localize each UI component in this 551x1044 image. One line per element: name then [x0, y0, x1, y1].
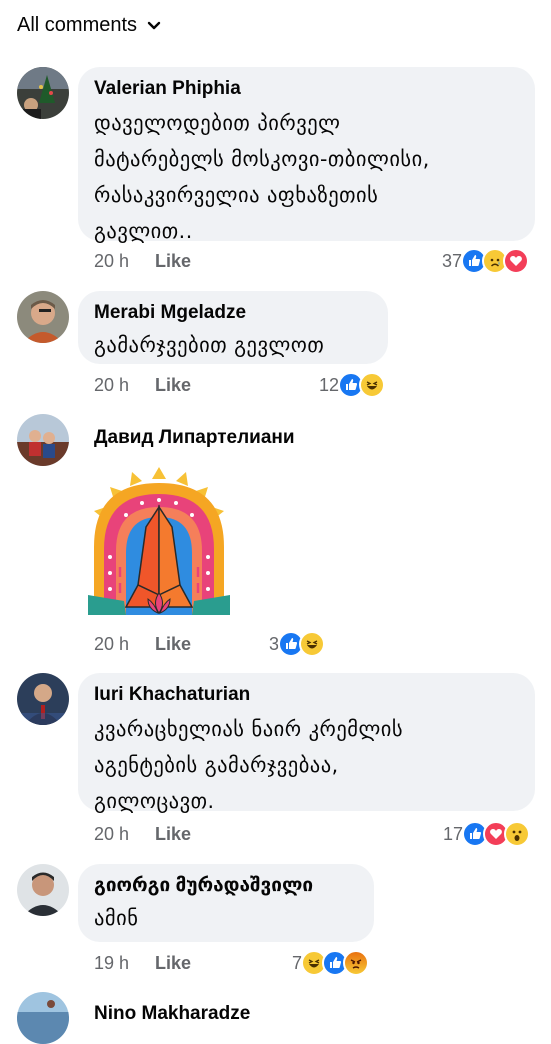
- avatar[interactable]: [17, 67, 69, 119]
- comment-author[interactable]: Iuri Khachaturian: [94, 683, 519, 707]
- comment-bubble: Iuri Khachaturian კვარაცხელიას ნაირ კრემ…: [78, 673, 535, 813]
- praying-hands-sticker[interactable]: [86, 467, 232, 617]
- avatar[interactable]: [17, 864, 69, 916]
- comment-timestamp[interactable]: 19 h: [94, 953, 129, 974]
- comment-author[interactable]: გიორგი მურადაშვილი: [94, 874, 358, 898]
- comment-timestamp[interactable]: 20 h: [94, 824, 129, 845]
- avatar[interactable]: [17, 414, 69, 466]
- comment-actions: 20 h Like: [94, 375, 191, 396]
- reaction-count: 12: [319, 374, 340, 395]
- reactions-summary[interactable]: 37: [442, 248, 530, 274]
- like-button[interactable]: Like: [155, 634, 191, 655]
- love-icon: [503, 248, 530, 274]
- like-button[interactable]: Like: [155, 375, 191, 396]
- comment-text: დაველოდებით პირველ მატარებელს მოსკოვი-თბ…: [94, 111, 430, 243]
- comment-text: გამარჯვებით გევლოთ: [94, 333, 325, 357]
- reactions-summary[interactable]: 7: [292, 950, 370, 976]
- chevron-down-icon: [147, 21, 161, 29]
- like-button[interactable]: Like: [155, 824, 191, 845]
- comment-text: კვარაცხელიას ნაირ კრემლის აგენტების გამა…: [94, 717, 404, 813]
- comment-timestamp[interactable]: 20 h: [94, 251, 129, 272]
- comment-actions: 19 h Like: [94, 953, 191, 974]
- filter-label: All comments: [17, 14, 138, 36]
- angry-icon: [343, 950, 370, 976]
- comment-author[interactable]: Nino Makharadze: [94, 1003, 250, 1025]
- comment-text: ამინ: [94, 906, 139, 930]
- comment-author[interactable]: Давид Липартелиани: [94, 427, 295, 449]
- reactions-summary[interactable]: 3: [269, 631, 326, 657]
- reactions-summary[interactable]: 17: [443, 821, 531, 847]
- comment-timestamp[interactable]: 20 h: [94, 375, 129, 396]
- reaction-count: 17: [443, 823, 464, 844]
- comment-timestamp[interactable]: 20 h: [94, 634, 129, 655]
- comment-bubble: Merabi Mgeladze გამარჯვებით გევლოთ: [78, 291, 388, 364]
- like-button[interactable]: Like: [155, 251, 191, 272]
- avatar[interactable]: [17, 992, 69, 1044]
- reaction-count: 37: [442, 250, 463, 271]
- comment-author[interactable]: Merabi Mgeladze: [94, 301, 372, 325]
- comment-actions: 20 h Like: [94, 251, 191, 272]
- haha-icon: [359, 372, 386, 398]
- comment-actions: 20 h Like: [94, 824, 191, 845]
- comment-actions: 20 h Like: [94, 634, 191, 655]
- comment-author[interactable]: Valerian Phiphia: [94, 77, 519, 101]
- comments-filter-dropdown[interactable]: All comments: [17, 14, 161, 37]
- avatar[interactable]: [17, 291, 69, 343]
- haha-icon: [299, 631, 326, 657]
- like-button[interactable]: Like: [155, 953, 191, 974]
- comment-bubble: გიორგი მურადაშვილი ამინ: [78, 864, 374, 942]
- comment-bubble: Valerian Phiphia დაველოდებით პირველ მატა…: [78, 67, 535, 243]
- wow-icon: [504, 821, 531, 847]
- avatar[interactable]: [17, 673, 69, 725]
- reactions-summary[interactable]: 12: [319, 372, 386, 398]
